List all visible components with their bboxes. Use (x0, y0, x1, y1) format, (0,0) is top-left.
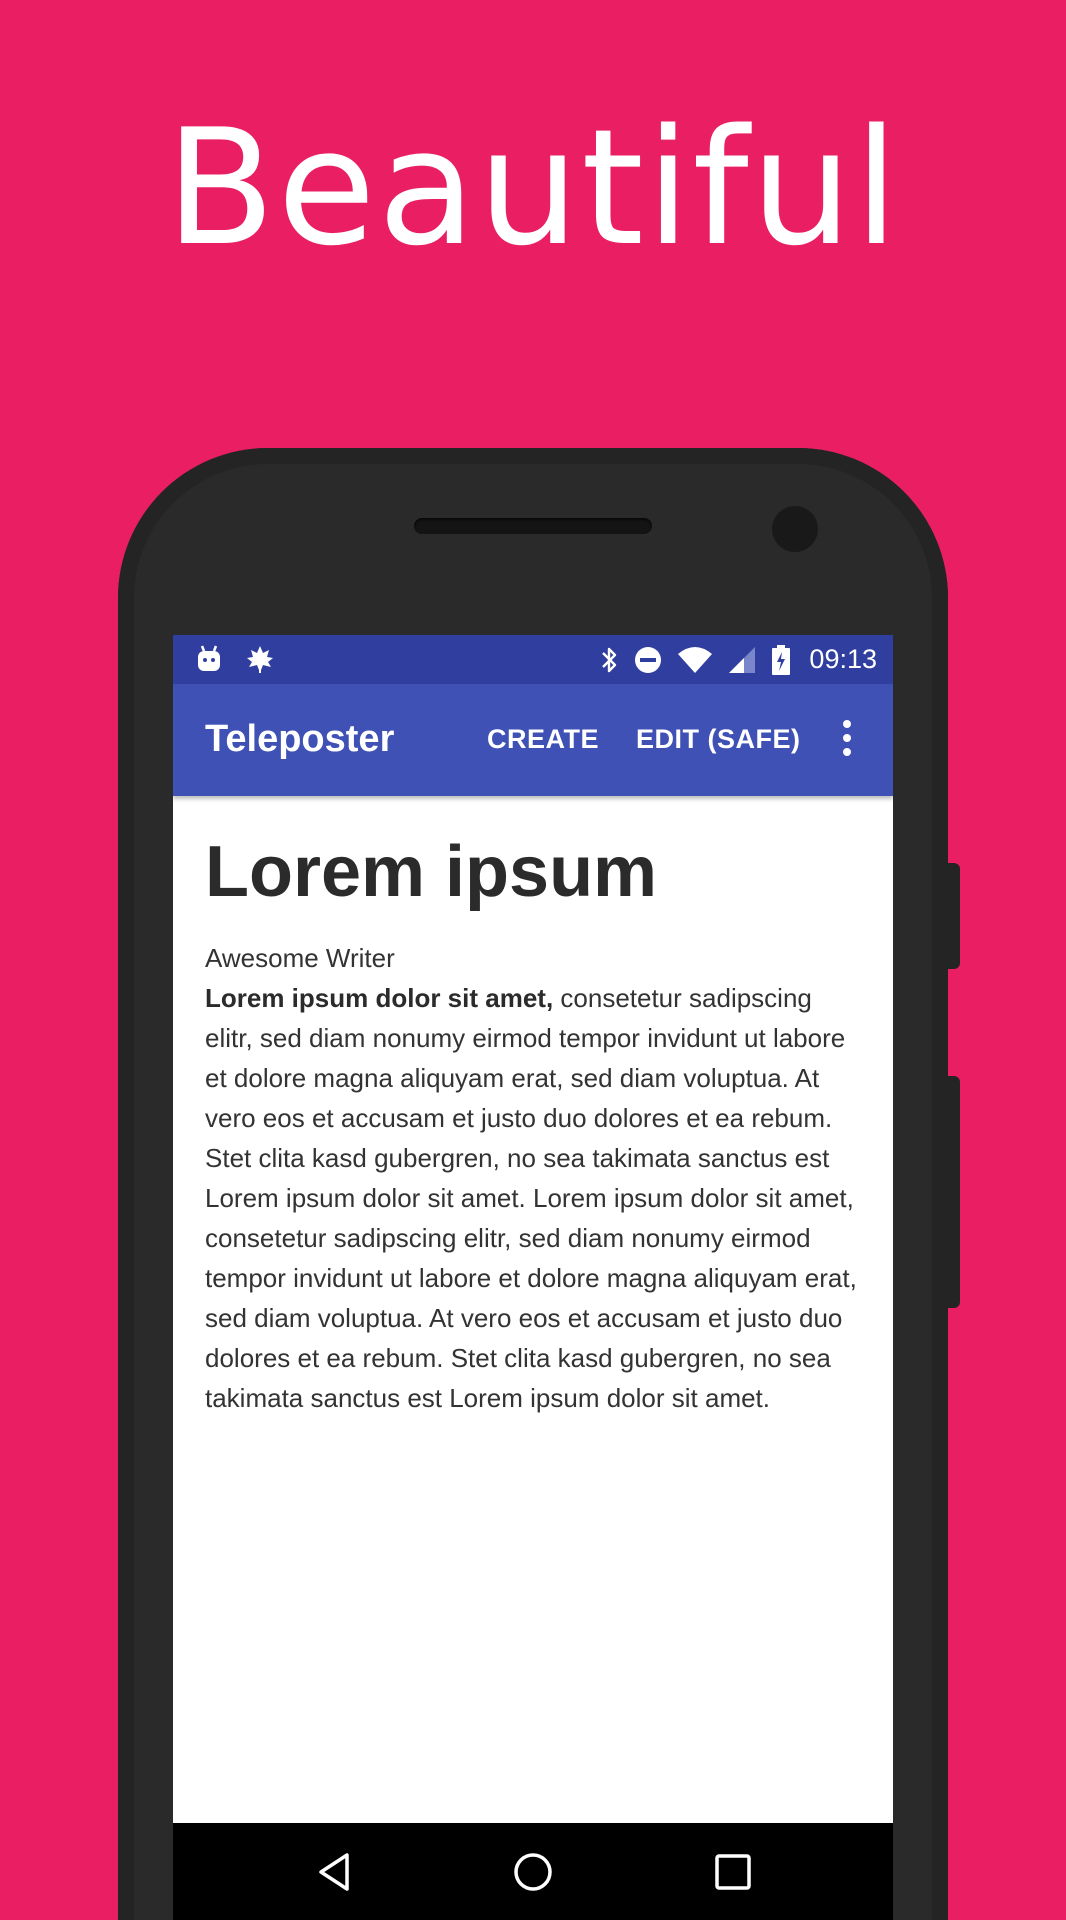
battery-charging-icon (771, 644, 791, 676)
leaf-notification-icon (245, 644, 275, 674)
back-icon[interactable] (313, 1849, 359, 1895)
document-title: Lorem ipsum (205, 832, 658, 912)
document-body-text: consetetur sadipscing elitr, sed diam no… (205, 983, 857, 1413)
home-icon[interactable] (510, 1849, 556, 1895)
more-vert-icon[interactable] (837, 716, 857, 764)
phone-camera (772, 506, 818, 552)
volume-button (948, 863, 960, 969)
phone-screen: 09:13 Teleposter CREATE EDIT (SAFE) Lore… (173, 635, 893, 1920)
wifi-icon (677, 646, 713, 674)
recents-icon[interactable] (710, 1849, 756, 1895)
promo-headline: Beautiful (165, 94, 901, 281)
document-author: Awesome Writer (205, 943, 395, 973)
app-bar: Teleposter CREATE EDIT (SAFE) (173, 684, 893, 796)
cell-signal-icon (727, 645, 757, 675)
status-bar: 09:13 (173, 635, 893, 684)
do-not-disturb-icon (633, 645, 663, 675)
app-title: Teleposter (205, 718, 395, 760)
phone-speaker (414, 518, 652, 534)
navigation-bar (173, 1823, 893, 1920)
status-clock: 09:13 (809, 644, 877, 674)
bluetooth-icon (599, 645, 619, 675)
document-lead: Lorem ipsum dolor sit amet, (205, 983, 554, 1013)
android-notification-icon (195, 644, 223, 674)
edit-safe-button[interactable]: EDIT (SAFE) (636, 724, 801, 755)
document-body: Lorem ipsum dolor sit amet, consetetur s… (205, 978, 865, 1418)
document-content: Lorem ipsum Awesome Writer Lorem ipsum d… (173, 832, 893, 1418)
create-button[interactable]: CREATE (487, 724, 599, 755)
power-button (948, 1076, 960, 1308)
